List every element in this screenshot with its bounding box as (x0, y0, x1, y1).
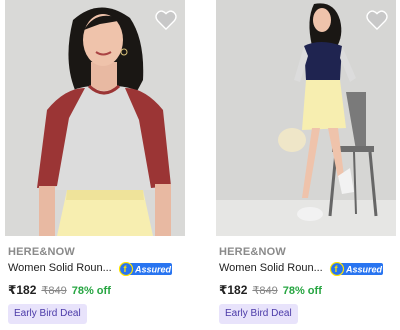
selling-price: ₹182 (8, 283, 37, 297)
discount-percent: 78% off (71, 285, 111, 297)
mrp-price: ₹849 (41, 285, 67, 297)
early-bird-deal-badge[interactable]: Early Bird Deal (8, 304, 87, 324)
product-card[interactable]: HERE&NOW Women Solid Roun... f Assured ₹… (5, 0, 185, 330)
product-title[interactable]: Women Solid Roun... (8, 262, 120, 274)
wishlist-heart-icon[interactable] (366, 10, 388, 30)
price-row: ₹182 ₹849 78% off (219, 283, 322, 297)
assured-label: Assured (134, 265, 172, 275)
assured-label: Assured (345, 265, 383, 275)
assured-badge: f Assured (329, 262, 383, 276)
discount-percent: 78% off (282, 285, 322, 297)
product-image[interactable] (5, 0, 185, 236)
product-image[interactable] (216, 0, 396, 236)
model-photo (37, 7, 171, 236)
mrp-price: ₹849 (252, 285, 278, 297)
brand-name: HERE&NOW (8, 246, 75, 258)
brand-name: HERE&NOW (219, 246, 286, 258)
model-photo (216, 3, 396, 236)
selling-price: ₹182 (219, 283, 248, 297)
product-title[interactable]: Women Solid Roun... (219, 262, 331, 274)
early-bird-deal-badge[interactable]: Early Bird Deal (219, 304, 298, 324)
product-card[interactable]: HERE&NOW Women Solid Roun... f Assured ₹… (216, 0, 396, 330)
assured-badge: f Assured (118, 262, 172, 276)
price-row: ₹182 ₹849 78% off (8, 283, 111, 297)
wishlist-heart-icon[interactable] (155, 10, 177, 30)
